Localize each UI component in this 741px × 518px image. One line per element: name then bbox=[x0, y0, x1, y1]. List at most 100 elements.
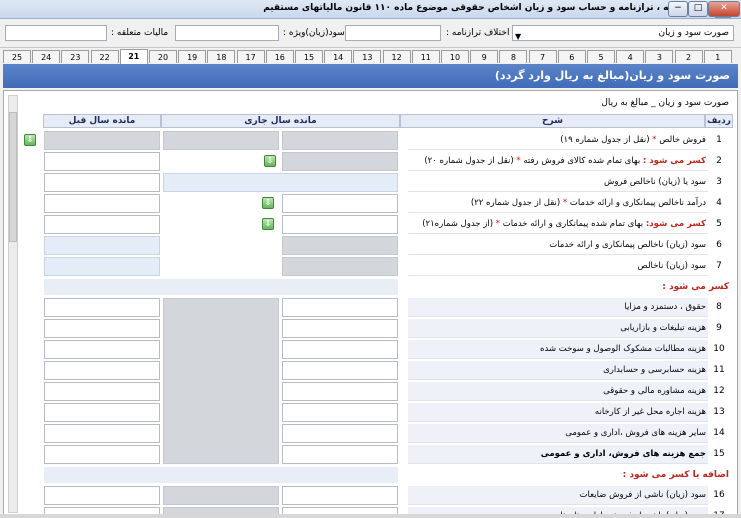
form-type-select[interactable]: ▼ صورت سود و زیان bbox=[512, 25, 734, 41]
section-deduct-band bbox=[44, 279, 398, 295]
current-amount[interactable] bbox=[282, 382, 398, 401]
tax-field bbox=[5, 25, 107, 41]
tab-1[interactable]: 1 bbox=[703, 50, 732, 63]
tab-17[interactable]: 17 bbox=[236, 50, 265, 63]
prior-amount[interactable] bbox=[44, 403, 160, 422]
prior-amount[interactable] bbox=[44, 486, 160, 505]
row-number: 14 bbox=[713, 428, 725, 438]
row-number: 1 bbox=[716, 135, 722, 145]
prior-amount[interactable] bbox=[44, 340, 160, 359]
header-prior-year: مانده سال قبل bbox=[43, 114, 161, 128]
row-note: (نقل از جدول شماره ۱۹) bbox=[560, 135, 650, 145]
row-prefix: کسر می شود: bbox=[645, 219, 706, 229]
tab-19[interactable]: 19 bbox=[178, 50, 207, 63]
row-description: جمع هزینه های فروش، اداری و عمومی bbox=[408, 445, 708, 464]
current-amount[interactable] bbox=[282, 445, 398, 464]
current-amount[interactable] bbox=[163, 173, 398, 192]
row-number: 10 bbox=[713, 344, 725, 354]
current-amount[interactable] bbox=[282, 194, 398, 213]
window-title: اظهارنامه ، ترازنامه و حساب سود و زیان ا… bbox=[263, 3, 707, 13]
minimize-button[interactable]: − bbox=[668, 1, 688, 17]
header-row-no: ردیف bbox=[705, 114, 733, 128]
tab-21[interactable]: 21 bbox=[119, 49, 148, 64]
row-text: سود (زیان) ناخالص پیمانکاری و ارائه خدما… bbox=[549, 240, 706, 250]
tab-25[interactable]: 25 bbox=[3, 50, 31, 63]
row-number: 3 bbox=[716, 177, 722, 187]
tab-8[interactable]: 8 bbox=[499, 50, 528, 63]
tab-10[interactable]: 10 bbox=[441, 50, 469, 63]
current-amount[interactable] bbox=[282, 424, 398, 443]
row-description: سود (زیان) ناشی از فروش ضایعات bbox=[408, 486, 708, 505]
current-amount bbox=[282, 236, 398, 255]
row-number: 9 bbox=[716, 323, 722, 333]
tab-15[interactable]: 15 bbox=[295, 50, 323, 63]
row-description: هزینه مطالبات مشکوک الوصول و سوخت شده bbox=[408, 340, 708, 359]
tab-16[interactable]: 16 bbox=[265, 50, 294, 63]
prior-amount[interactable] bbox=[44, 361, 160, 380]
current-amount[interactable] bbox=[282, 298, 398, 317]
tab-18[interactable]: 18 bbox=[207, 50, 236, 63]
prior-amount[interactable] bbox=[44, 257, 160, 276]
prior-amount[interactable] bbox=[44, 215, 160, 234]
close-button[interactable]: ✕ bbox=[708, 1, 740, 17]
tab-23[interactable]: 23 bbox=[61, 50, 90, 63]
current-amount[interactable] bbox=[282, 403, 398, 422]
tab-14[interactable]: 14 bbox=[324, 50, 353, 63]
tab-4[interactable]: 4 bbox=[616, 50, 645, 63]
import-icon[interactable]: ⇩ bbox=[264, 155, 276, 167]
row-description: کسر می شود : بهای تمام شده کالای فروش رف… bbox=[408, 152, 708, 171]
prior-amount[interactable] bbox=[44, 424, 160, 443]
import-icon[interactable]: ⇩ bbox=[24, 134, 36, 146]
tab-12[interactable]: 12 bbox=[382, 50, 411, 63]
prior-amount[interactable] bbox=[44, 319, 160, 338]
row-description: سود یا (زیان) ناخالص فروش bbox=[408, 173, 708, 192]
tab-3[interactable]: 3 bbox=[645, 50, 674, 63]
row-description: سود (زیان) ناخالص پیمانکاری و ارائه خدما… bbox=[408, 236, 708, 255]
tab-9[interactable]: 9 bbox=[470, 50, 499, 63]
tab-13[interactable]: 13 bbox=[353, 50, 382, 63]
tab-22[interactable]: 22 bbox=[90, 50, 119, 63]
import-icon[interactable]: ⇩ bbox=[262, 197, 274, 209]
scrollbar-thumb[interactable] bbox=[9, 112, 17, 242]
current-amount-b bbox=[163, 486, 279, 505]
info-bar: ▼ صورت سود و زیان اختلاف ترازنامه : سود(… bbox=[0, 19, 741, 48]
tab-11[interactable]: 11 bbox=[411, 50, 440, 63]
tab-20[interactable]: 20 bbox=[149, 50, 177, 63]
row-number: 13 bbox=[713, 407, 725, 417]
prior-amount[interactable] bbox=[44, 194, 160, 213]
tab-6[interactable]: 6 bbox=[557, 50, 586, 63]
prior-amount[interactable] bbox=[44, 152, 160, 171]
form-banner-title: صورت سود و زیان(مبالغ به ریال وارد گردد) bbox=[494, 69, 730, 82]
balance-diff-label: اختلاف ترازنامه : bbox=[446, 28, 510, 38]
tab-7[interactable]: 7 bbox=[528, 50, 557, 63]
prior-amount[interactable] bbox=[44, 298, 160, 317]
tab-24[interactable]: 24 bbox=[32, 50, 61, 63]
import-icon[interactable]: ⇩ bbox=[262, 218, 274, 230]
tab-2[interactable]: 2 bbox=[674, 50, 703, 63]
section-deduct-header: کسر می شود : bbox=[662, 282, 729, 292]
maximize-button[interactable]: □ bbox=[688, 1, 708, 17]
row-description: حقوق ، دستمزد و مزایا bbox=[408, 298, 708, 317]
current-amount[interactable] bbox=[282, 361, 398, 380]
row-text: حقوق ، دستمزد و مزایا bbox=[624, 302, 706, 312]
tab-5[interactable]: 5 bbox=[587, 50, 615, 63]
current-amount[interactable] bbox=[282, 486, 398, 505]
tax-label: مالیات متعلقه : bbox=[111, 28, 169, 38]
row-text: هزینه اجاره محل غیر از کارخانه bbox=[594, 407, 706, 417]
current-amount[interactable] bbox=[282, 319, 398, 338]
row-description: هزینه تبلیغات و بازاریابی bbox=[408, 319, 708, 338]
row-number: 8 bbox=[716, 302, 722, 312]
row-text: سود یا (زیان) ناخالص فروش bbox=[603, 177, 706, 187]
title-bar: اظهارنامه ، ترازنامه و حساب سود و زیان ا… bbox=[0, 0, 741, 19]
row-text: هزینه مشاوره مالی و حقوقی bbox=[603, 386, 706, 396]
row-number: 11 bbox=[713, 365, 725, 375]
current-amount[interactable] bbox=[282, 215, 398, 234]
current-amount[interactable] bbox=[282, 340, 398, 359]
vertical-scrollbar[interactable] bbox=[8, 95, 18, 513]
prior-amount[interactable] bbox=[44, 445, 160, 464]
row-text: بهای تمام شده پیمانکاری و ارائه خدمات bbox=[502, 219, 644, 229]
prior-amount[interactable] bbox=[44, 382, 160, 401]
prior-amount[interactable] bbox=[44, 173, 160, 192]
prior-amount[interactable] bbox=[44, 236, 160, 255]
row-description: درآمد ناخالص پیمانکاری و ارائه خدمات * (… bbox=[408, 194, 708, 213]
